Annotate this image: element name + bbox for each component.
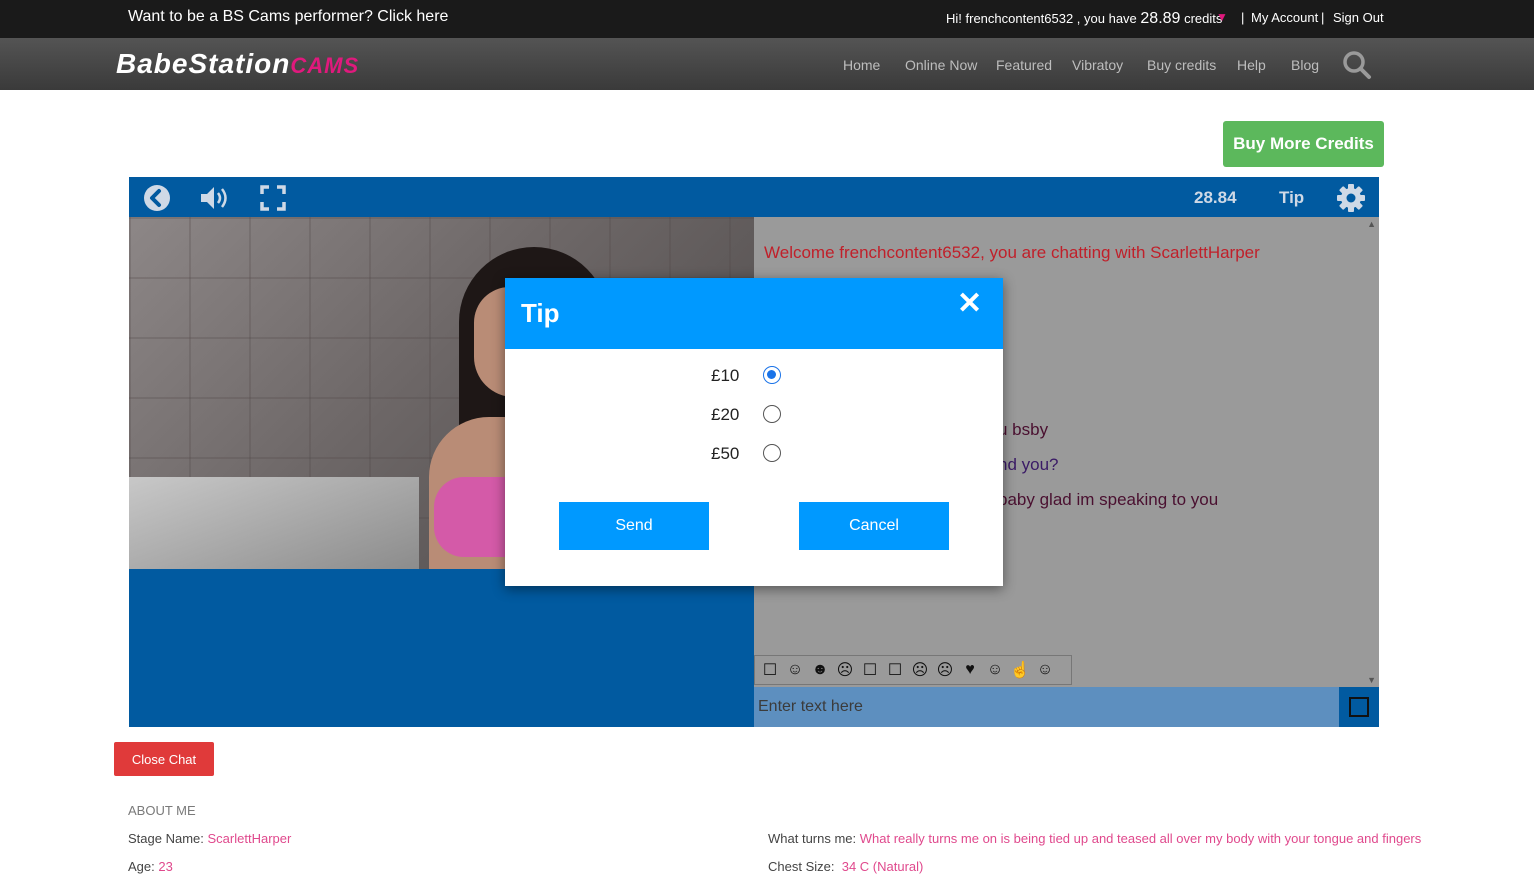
turns-me-value: What really turns me on is being tied up… [859, 831, 1422, 846]
credits-balance: 28.89 [1140, 10, 1181, 27]
tip-modal-header: Tip ✕ [505, 278, 1003, 349]
separator: | [1241, 10, 1245, 25]
emoji-button[interactable]: ☐ [759, 660, 781, 680]
nav-help[interactable]: Help [1237, 57, 1266, 73]
close-icon[interactable]: ✕ [957, 286, 982, 321]
send-tip-button[interactable]: Send [559, 502, 709, 550]
fullscreen-icon[interactable] [260, 185, 286, 211]
chat-welcome-message: Welcome frenchcontent6532, you are chatt… [764, 243, 1260, 262]
chat-input[interactable] [754, 687, 1339, 727]
tip-option-radio[interactable] [763, 405, 781, 423]
nav-buy-credits[interactable]: Buy credits [1147, 57, 1216, 73]
chat-message: u bsby [998, 420, 1049, 439]
emoji-button[interactable]: ☐ [884, 660, 906, 680]
send-chat-button[interactable] [1339, 687, 1379, 727]
age-value: 23 [158, 859, 173, 874]
main-nav: BabeStationCAMS Home Online Now Featured… [0, 38, 1534, 90]
volume-icon[interactable] [199, 185, 233, 211]
emoji-button[interactable]: ☺ [784, 661, 806, 679]
search-icon[interactable] [1342, 50, 1372, 80]
emoji-button[interactable]: ☐ [859, 660, 881, 680]
scroll-up-arrow-icon[interactable]: ▲ [1367, 219, 1376, 229]
stage-name-row: Stage Name: ScarlettHarper [128, 831, 292, 846]
sign-out-link[interactable]: Sign Out [1333, 10, 1384, 25]
emoji-button[interactable]: ☹ [909, 660, 931, 680]
send-square-icon [1349, 697, 1369, 717]
separator: | [1321, 10, 1325, 25]
nav-home[interactable]: Home [843, 57, 880, 73]
emoji-button[interactable]: ☹ [834, 660, 856, 680]
emoji-bar: ☐ ☺ ☻ ☹ ☐ ☐ ☹ ☹ ♥ ☺ ☝ ☺ [754, 655, 1072, 685]
emoji-button[interactable]: ☻ [809, 661, 831, 679]
tip-modal: Tip ✕ £10 £20 £50 Send Cancel [505, 278, 1003, 586]
emoji-button[interactable]: ☺ [984, 661, 1006, 679]
close-chat-button[interactable]: Close Chat [114, 742, 214, 776]
site-logo[interactable]: BabeStationCAMS [116, 48, 359, 80]
performer-signup-link[interactable]: Want to be a BS Cams performer? Click he… [128, 8, 448, 26]
buy-more-credits-button[interactable]: Buy More Credits [1223, 121, 1384, 167]
about-me-heading: ABOUT ME [128, 803, 196, 818]
top-bar: Want to be a BS Cams performer? Click he… [0, 0, 1534, 38]
tip-option-label: £10 [711, 366, 740, 385]
tip-option-label: £20 [711, 405, 740, 424]
credits-dropdown-icon[interactable]: ▼ [1216, 10, 1228, 24]
tip-button[interactable]: Tip [1279, 188, 1304, 208]
nav-vibratoy[interactable]: Vibratoy [1072, 57, 1123, 73]
chat-message: baby glad im speaking to you [998, 490, 1219, 509]
nav-blog[interactable]: Blog [1291, 57, 1319, 73]
nav-featured[interactable]: Featured [996, 57, 1052, 73]
my-account-link[interactable]: My Account [1251, 10, 1318, 25]
stage-name-value[interactable]: ScarlettHarper [208, 831, 292, 846]
back-icon[interactable] [143, 184, 171, 212]
player-credits-readout: 28.84 [1194, 188, 1237, 207]
tip-modal-title: Tip [521, 298, 560, 328]
player-toolbar: 28.84 Tip [129, 177, 1379, 217]
tip-option-label: £50 [711, 444, 740, 463]
emoji-button[interactable]: ☹ [934, 660, 956, 680]
emoji-button[interactable]: ♥ [959, 661, 981, 679]
video-background [129, 477, 419, 569]
cancel-button[interactable]: Cancel [799, 502, 949, 550]
tip-option-radio[interactable] [763, 444, 781, 462]
settings-gear-icon[interactable] [1337, 184, 1365, 212]
scroll-down-arrow-icon[interactable]: ▼ [1367, 675, 1376, 685]
credits-greeting: Hi! frenchcontent6532 , you have 28.89 c… [946, 10, 1223, 27]
age-row: Age: 23 [128, 859, 173, 874]
chat-message: nd you? [998, 455, 1059, 474]
logo-cams: CAMS [290, 53, 360, 78]
turns-me-row: What turns me: What really turns me on i… [768, 831, 1422, 846]
logo-text: BabeStation [116, 48, 291, 79]
emoji-button[interactable]: ☺ [1034, 661, 1056, 679]
tip-option-radio[interactable] [763, 366, 781, 384]
chest-size-value: 34 C (Natural) [841, 859, 924, 874]
nav-online-now[interactable]: Online Now [905, 57, 977, 73]
chest-size-row: Chest Size: 34 C (Natural) [768, 859, 924, 874]
emoji-button[interactable]: ☝ [1009, 660, 1031, 680]
